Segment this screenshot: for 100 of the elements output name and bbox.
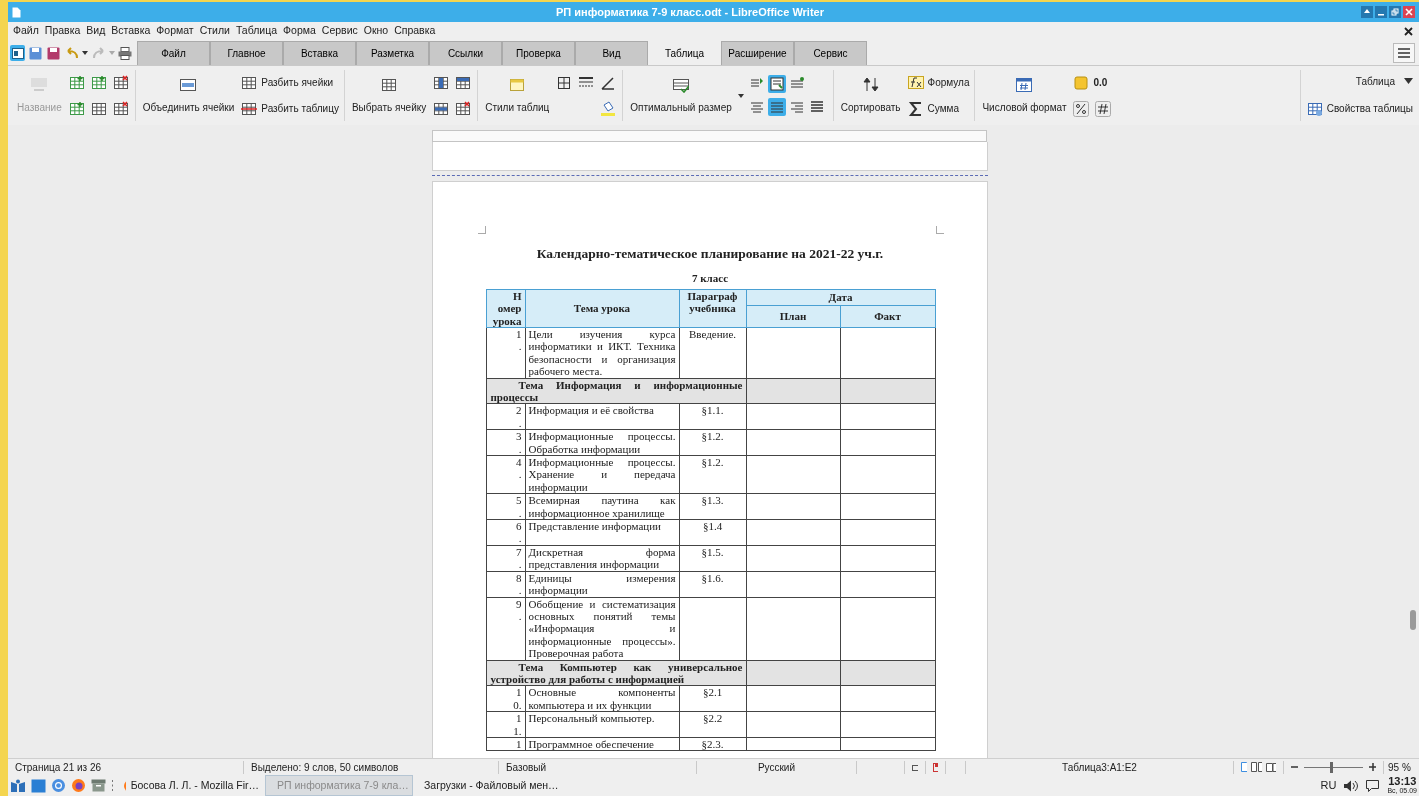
restore-icon [1391,8,1399,16]
close-icon [1405,8,1413,16]
keep-above-button[interactable] [1361,6,1373,18]
number-sign-icon[interactable] [1094,99,1113,118]
ribbon-tab[interactable]: Вставка [283,41,356,65]
lesson-number: 11. [486,711,525,738]
sort-button[interactable]: Сортировать [838,76,903,115]
formula-icon[interactable] [906,73,925,92]
table-context-dropdown[interactable]: Таблица [1355,73,1413,89]
sort-icon[interactable] [861,76,880,94]
menu-item[interactable]: Справка [391,23,439,39]
split-table-button[interactable]: Разбить таблицу [240,99,339,118]
optimal-size-button[interactable]: Оптимальный размер [628,76,734,115]
ribbon-tab[interactable]: Разметка [356,41,429,65]
taskbar-window[interactable]: Загрузки - Файловый мен… [413,775,561,796]
document-icon [12,6,21,18]
lesson-number: 5. [486,493,525,520]
word-count: Выделено: 9 слов, 50 символов [244,760,499,774]
table-delete-icon[interactable] [454,99,473,118]
menu-item[interactable]: Таблица [232,23,281,39]
percent-icon[interactable] [1072,99,1091,118]
ribbon-tab[interactable]: Проверка [502,41,575,65]
column-header: Параграф учебника [679,289,746,328]
sum-button[interactable]: Сумма [906,99,970,118]
column-header: Дата [746,289,935,306]
textbook-section: §2.2 [679,711,746,738]
caret-icon [1404,78,1413,84]
split-cells-button[interactable]: Разбить ячейки [240,73,339,92]
ribbon-tab[interactable]: Ссылки [429,41,502,65]
save-as-icon[interactable] [46,45,62,61]
ribbon-tab[interactable]: Главное [210,41,283,65]
notification-icon[interactable] [1366,779,1380,792]
close-document-icon[interactable] [1404,26,1413,36]
align-center-icon[interactable] [767,98,786,116]
speaker-icon[interactable] [1344,779,1359,792]
select-cell-button[interactable]: Выбрать ячейку [349,76,429,115]
menu-item[interactable]: Файл [10,23,42,39]
table-insert-icon[interactable] [67,73,86,92]
restore-button[interactable] [1389,6,1401,18]
formula-button[interactable]: Формула [906,73,970,92]
menu-icon[interactable] [1393,43,1415,63]
table-properties-button[interactable]: Свойства таблицы [1305,99,1413,118]
document-subheading: 7 класс [691,271,729,287]
menu-item[interactable]: Сервис [318,23,361,39]
drag-handle-icon[interactable] [111,780,114,791]
table-grid-icon[interactable] [380,76,399,94]
lesson-topic: Персональный компьютер. [525,711,679,738]
menu-item[interactable]: Окно [360,23,392,39]
ribbon-tab[interactable]: Сервис [794,41,867,65]
menu-item[interactable]: Формат [153,23,197,39]
row-height-icon[interactable] [767,75,786,93]
language-indicator[interactable]: Русский [697,760,857,774]
optimal-size-icon[interactable] [672,76,691,94]
zoom-percentage[interactable]: 95 % [1384,760,1415,774]
caret-icon[interactable] [737,93,744,98]
clock-time[interactable]: 13:13 [1388,775,1417,786]
close-button[interactable] [1403,6,1415,18]
printer-icon[interactable] [117,45,133,61]
scrollbar-thumb[interactable] [1410,610,1416,630]
single-page-view-icon[interactable] [1241,762,1247,772]
taskbar-window[interactable]: Босова Л. Л. - Mozilla Fir… [117,775,265,796]
menu-item[interactable]: Вид [83,23,109,39]
textbook-section: §1.3. [679,493,746,520]
page-style[interactable]: Базовый [499,760,697,774]
save-icon[interactable] [28,45,44,61]
table-styles-button[interactable]: Стили таблиц [483,76,552,115]
page-indicator[interactable]: Страница 21 из 26 [8,760,244,774]
menu-item[interactable]: Стили [196,23,233,39]
selection-mode-icon[interactable] [912,762,918,772]
lesson-topic: Программное обеспечение [525,737,679,751]
ribbon-tab[interactable]: Расширение [721,41,794,65]
caret-icon[interactable] [82,51,89,55]
ribbon-tab[interactable]: Вид [575,41,648,65]
table-insert-icon[interactable] [67,99,86,118]
multi-page-view-icon[interactable] [1251,762,1262,772]
keyboard-layout-indicator[interactable]: RU [1320,777,1337,794]
lesson-number: 8. [486,571,525,597]
zoom-slider-thumb[interactable] [1330,761,1334,773]
ribbon-tab[interactable]: Файл [137,41,210,65]
number-format-button[interactable]: Числовой формат [980,76,1069,115]
zoom-out-icon[interactable] [1291,763,1298,771]
number-format-icon[interactable] [1015,76,1034,94]
fill-color-icon[interactable] [599,99,618,118]
menu-item[interactable]: Вставка [108,23,154,39]
table-insert-icon[interactable] [89,73,108,92]
textbook-section: §1.2. [679,455,746,494]
merge-cells-icon[interactable] [179,76,198,94]
zoom-in-icon[interactable] [1369,763,1376,771]
minimize-button[interactable] [1375,6,1387,18]
menu-item[interactable]: Форма [280,23,319,39]
table-delete-icon[interactable] [111,99,130,118]
merge-cells-button[interactable]: Объединить ячейки [140,76,237,115]
margin-corner-mark [477,226,486,234]
lesson-topic: Единицы измерения информации [525,571,679,597]
table-delete-icon[interactable] [111,73,130,92]
number-format-standard-button[interactable]: 0.0 [1072,73,1113,92]
lesson-number: 3. [486,429,525,456]
menu-item[interactable]: Правка [41,23,84,39]
book-view-icon[interactable] [1265,762,1276,772]
sidebar-toggle-icon[interactable] [10,45,26,61]
